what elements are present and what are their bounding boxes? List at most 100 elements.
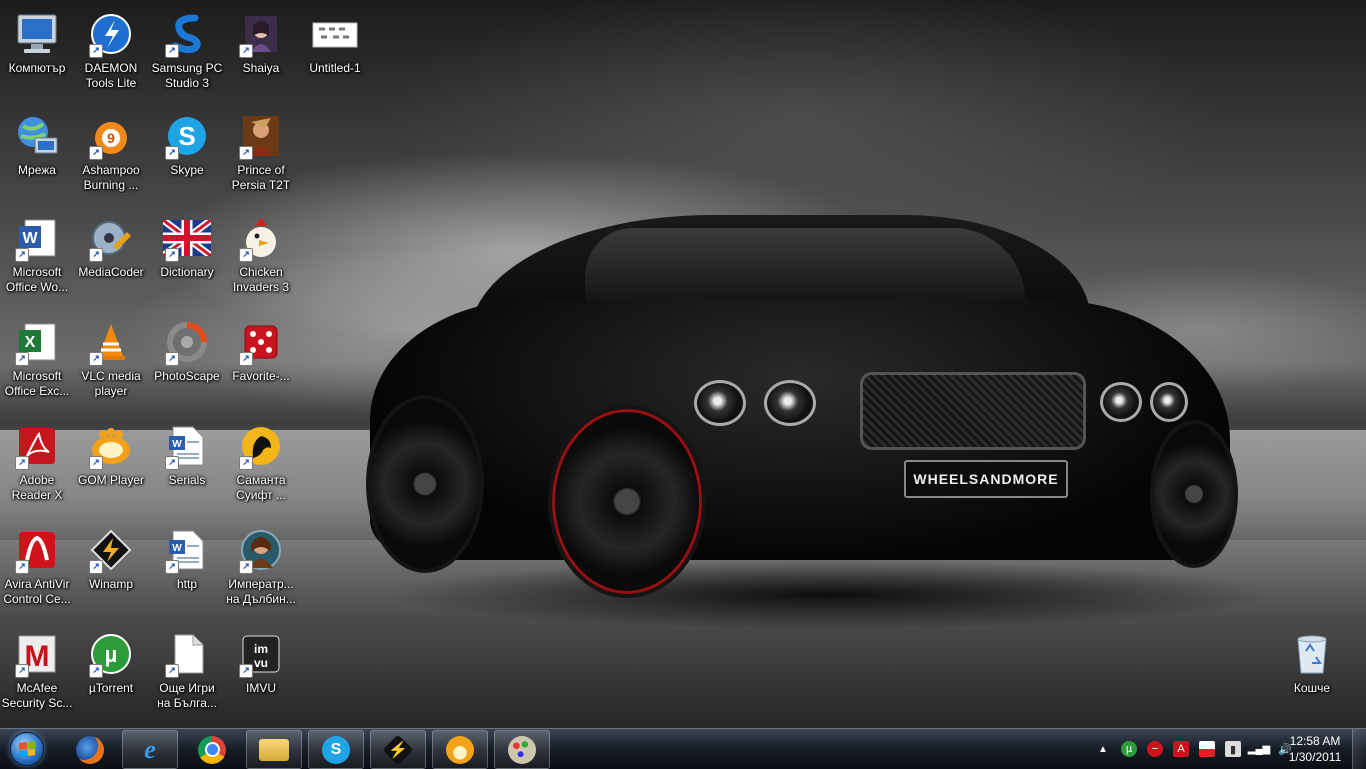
desktop-icon-label: Avira AntiVir Control Ce... <box>3 577 71 606</box>
desktop-icon-label: Shaiya <box>242 61 280 75</box>
svg-text:W: W <box>172 543 182 554</box>
network-signal-icon[interactable]: ▂▄▆ <box>1248 741 1270 757</box>
svg-text:vu: vu <box>254 656 268 670</box>
desktop-icon-label: GOM Player <box>77 473 144 487</box>
vlc-icon: ↗ <box>87 318 135 366</box>
shortcut-arrow-icon: ↗ <box>239 664 253 678</box>
antivir-icon[interactable]: − <box>1147 741 1163 757</box>
desktop-icon-avira[interactable]: ↗ Avira AntiVir Control Ce... <box>0 526 74 607</box>
car-shadow <box>380 560 1280 630</box>
desktop-icon-network[interactable]: Мрежа <box>0 112 74 178</box>
desktop-icon-game-portrait[interactable]: ↗ Императр... на Дълбин... <box>224 526 298 607</box>
shortcut-arrow-icon: ↗ <box>165 146 179 160</box>
desktop-icon-label: Мрежа <box>18 163 56 177</box>
clock-date: 1/30/2011 <box>1288 750 1342 764</box>
taskbar-firefox-button[interactable] <box>62 730 118 769</box>
shortcut-arrow-icon: ↗ <box>15 456 29 470</box>
svg-text:9: 9 <box>107 130 115 146</box>
svg-text:S: S <box>178 121 195 151</box>
prince-of-persia-icon: ↗ <box>237 112 285 160</box>
desktop-icon-serials[interactable]: W ↗ Serials <box>150 422 224 488</box>
desktop-icon-winamp[interactable]: ↗ Winamp <box>74 526 148 592</box>
car-front-wheel <box>548 405 706 598</box>
desktop-icon-untitled[interactable]: Untitled-1 <box>298 10 372 76</box>
adobe-icon[interactable]: A <box>1173 741 1189 757</box>
samsung-pc-studio-icon: ↗ <box>163 10 211 58</box>
desktop-icon-label: µTorrent <box>88 681 134 695</box>
svg-text:W: W <box>172 439 182 450</box>
desktop-icon-adobe-reader[interactable]: ↗ Adobe Reader X <box>0 422 74 503</box>
daemon-tools-icon: ↗ <box>87 10 135 58</box>
desktop-icon-imvu[interactable]: im vu ↗ IMVU <box>224 630 298 696</box>
desktop-icon-dictionary[interactable]: ↗ Dictionary <box>150 214 224 280</box>
samantha-swift-icon: ↗ <box>237 422 285 470</box>
network-icon <box>13 112 61 160</box>
shortcut-arrow-icon: ↗ <box>165 560 179 574</box>
desktop-icon-label: Skype <box>170 163 204 177</box>
flag-icon[interactable] <box>1199 741 1215 757</box>
taskbar-clock[interactable]: 12:58 AM 1/30/2011 <box>1282 733 1348 765</box>
desktop-icon-prince-of-persia[interactable]: ↗ Prince of Persia T2T <box>224 112 298 193</box>
show-hidden-icon[interactable]: ▲ <box>1095 741 1111 757</box>
desktop-icon-photoscape[interactable]: ↗ PhotoScape <box>150 318 224 384</box>
shortcut-arrow-icon: ↗ <box>89 146 103 160</box>
shortcut-arrow-icon: ↗ <box>239 560 253 574</box>
winamp-icon: ⚡ <box>382 733 414 766</box>
desktop-icon-label: PhotoScape <box>154 369 220 383</box>
taskbar-paint-button[interactable] <box>494 730 550 769</box>
shortcut-arrow-icon: ↗ <box>15 560 29 574</box>
desktop-icon-vlc[interactable]: ↗ VLC media player <box>74 318 148 399</box>
taskbar-chrome-button[interactable] <box>184 730 240 769</box>
desktop-icon-label: IMVU <box>246 681 276 695</box>
desktop-icon-favorite[interactable]: ↗ Favorite-... <box>224 318 298 384</box>
shaiya-icon: ↗ <box>237 10 285 58</box>
desktop-icon-skype[interactable]: S ↗ Skype <box>150 112 224 178</box>
start-button[interactable] <box>4 731 50 767</box>
safely-remove-icon[interactable]: ▮ <box>1225 741 1241 757</box>
car-body <box>370 300 1230 560</box>
shortcut-arrow-icon: ↗ <box>15 248 29 262</box>
utorrent-icon[interactable]: µ <box>1121 741 1137 757</box>
desktop-icon-recycle-bin[interactable]: Кошче <box>1275 630 1349 696</box>
svg-text:im: im <box>254 642 268 656</box>
system-tray: ▲ µ − A ▮ ▂▄▆ 🔊 <box>1090 729 1298 769</box>
desktop-icon-gom-player[interactable]: ↗ GOM Player <box>74 422 148 488</box>
desktop-icon-daemon-tools[interactable]: ↗ DAEMON Tools Lite <box>74 10 148 91</box>
desktop-icon-samsung-pc-studio[interactable]: ↗ Samsung PC Studio 3 <box>150 10 224 91</box>
taskbar: e S ⚡ ▲ µ − A ▮ ▂▄▆ 🔊 12:58 AM 1/30/2011 <box>0 728 1366 769</box>
recycle-bin-icon <box>1288 630 1336 678</box>
desktop-icon-excel[interactable]: X ↗ Microsoft Office Exc... <box>0 318 74 399</box>
desktop-icon-label: MediaCoder <box>78 265 144 279</box>
desktop-icon-computer[interactable]: Компютър <box>0 10 74 76</box>
desktop-icon-label: Microsoft Office Exc... <box>4 369 70 398</box>
avira-icon: ↗ <box>13 526 61 574</box>
desktop-icon-ashampoo[interactable]: 9 ↗ Ashampoo Burning ... <box>74 112 148 193</box>
taskbar-internet-explorer-button[interactable]: e <box>122 730 178 769</box>
desktop-icon-mcafee[interactable]: M ↗ McAfee Security Sc... <box>0 630 74 711</box>
taskbar-skype-button[interactable]: S <box>308 730 364 769</box>
ie-icon: e <box>144 734 156 764</box>
taskbar-winamp-button[interactable]: ⚡ <box>370 730 426 769</box>
desktop-icon-label: McAfee Security Sc... <box>1 681 73 710</box>
desktop-icon-label: VLC media player <box>81 369 141 398</box>
ashampoo-icon: 9 ↗ <box>87 112 135 160</box>
desktop-icon-mediacoder[interactable]: ↗ MediaCoder <box>74 214 148 280</box>
mcafee-icon: M ↗ <box>13 630 61 678</box>
chicken-invaders-icon: ↗ <box>237 214 285 262</box>
desktop-icon-more-games[interactable]: ↗ Още Игри на Бълга... <box>150 630 224 711</box>
desktop-icon-chicken-invaders[interactable]: ↗ Chicken Invaders 3 <box>224 214 298 295</box>
taskbar-gom-player-button[interactable] <box>432 730 488 769</box>
shortcut-arrow-icon: ↗ <box>239 456 253 470</box>
shortcut-arrow-icon: ↗ <box>165 248 179 262</box>
desktop-icon-samantha-swift[interactable]: ↗ Саманта Суифт ... <box>224 422 298 503</box>
desktop-icon-http[interactable]: W ↗ http <box>150 526 224 592</box>
desktop-icon-shaiya[interactable]: ↗ Shaiya <box>224 10 298 76</box>
show-desktop-button[interactable] <box>1352 729 1366 769</box>
folder-icon <box>259 738 289 761</box>
desktop-icon-word[interactable]: W ↗ Microsoft Office Wo... <box>0 214 74 295</box>
taskbar-windows-explorer-button[interactable] <box>246 730 302 769</box>
desktop-icon-utorrent[interactable]: µ ↗ µTorrent <box>74 630 148 696</box>
shortcut-arrow-icon: ↗ <box>89 44 103 58</box>
blank-file-icon: ↗ <box>163 630 211 678</box>
adobe-reader-icon: ↗ <box>13 422 61 470</box>
